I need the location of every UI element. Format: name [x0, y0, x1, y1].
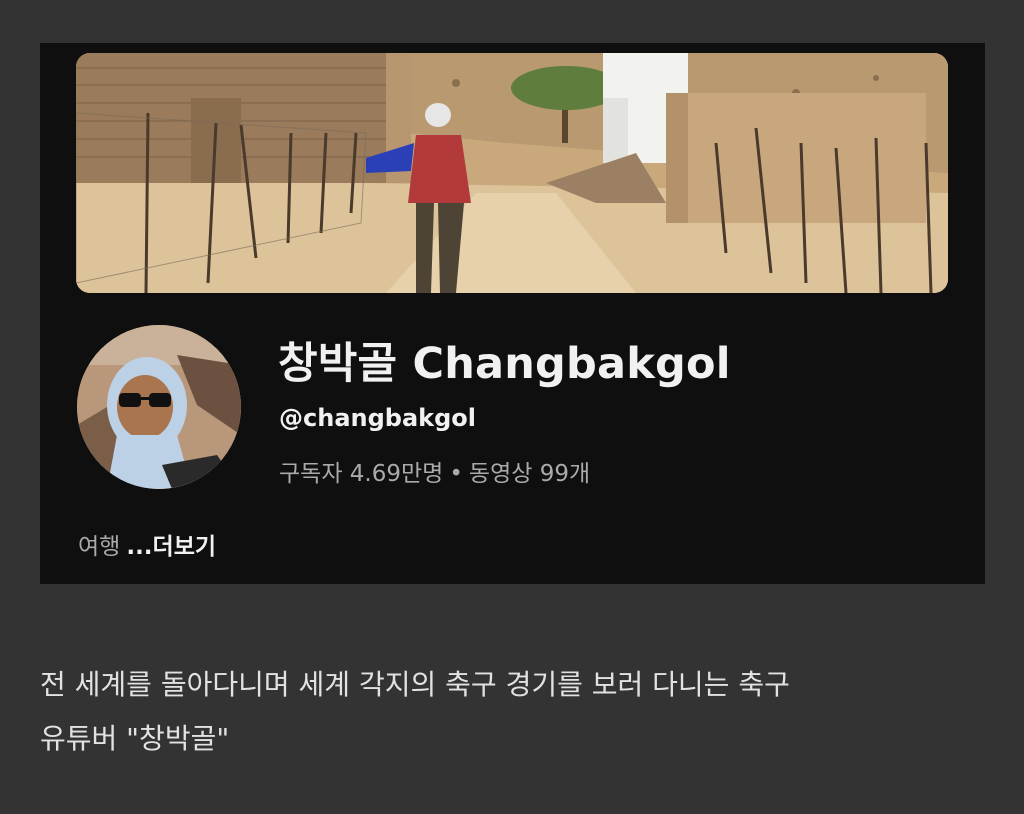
- channel-avatar[interactable]: [77, 325, 241, 489]
- video-count: 동영상 99개: [468, 461, 591, 487]
- caption-line-2: 유튜버 "창박골": [40, 722, 230, 755]
- subscriber-count: 구독자 4.69만명: [279, 461, 444, 487]
- banner-image: [76, 53, 948, 293]
- channel-header-card: 창박골 Changbakgol @changbakgol 구독자 4.69만명 •…: [40, 43, 985, 584]
- avatar-image: [77, 325, 241, 489]
- channel-stats: 구독자 4.69만명 • 동영상 99개: [279, 454, 590, 488]
- caption-line-1: 전 세계를 돌아다니며 세계 각지의 축구 경기를 보러 다니는 축구: [40, 668, 790, 701]
- stats-separator: •: [449, 461, 463, 487]
- channel-description: 여행 ...더보기: [78, 527, 216, 561]
- description-text: 여행: [78, 534, 121, 560]
- page: 창박골 Changbakgol @changbakgol 구독자 4.69만명 •…: [0, 0, 1024, 814]
- channel-handle: @changbakgol: [279, 404, 477, 432]
- channel-banner: [76, 53, 948, 293]
- channel-name: 창박골 Changbakgol: [278, 339, 731, 389]
- caption: 전 세계를 돌아다니며 세계 각지의 축구 경기를 보러 다니는 축구 유튜버 …: [40, 658, 980, 766]
- more-button[interactable]: ...더보기: [126, 534, 216, 560]
